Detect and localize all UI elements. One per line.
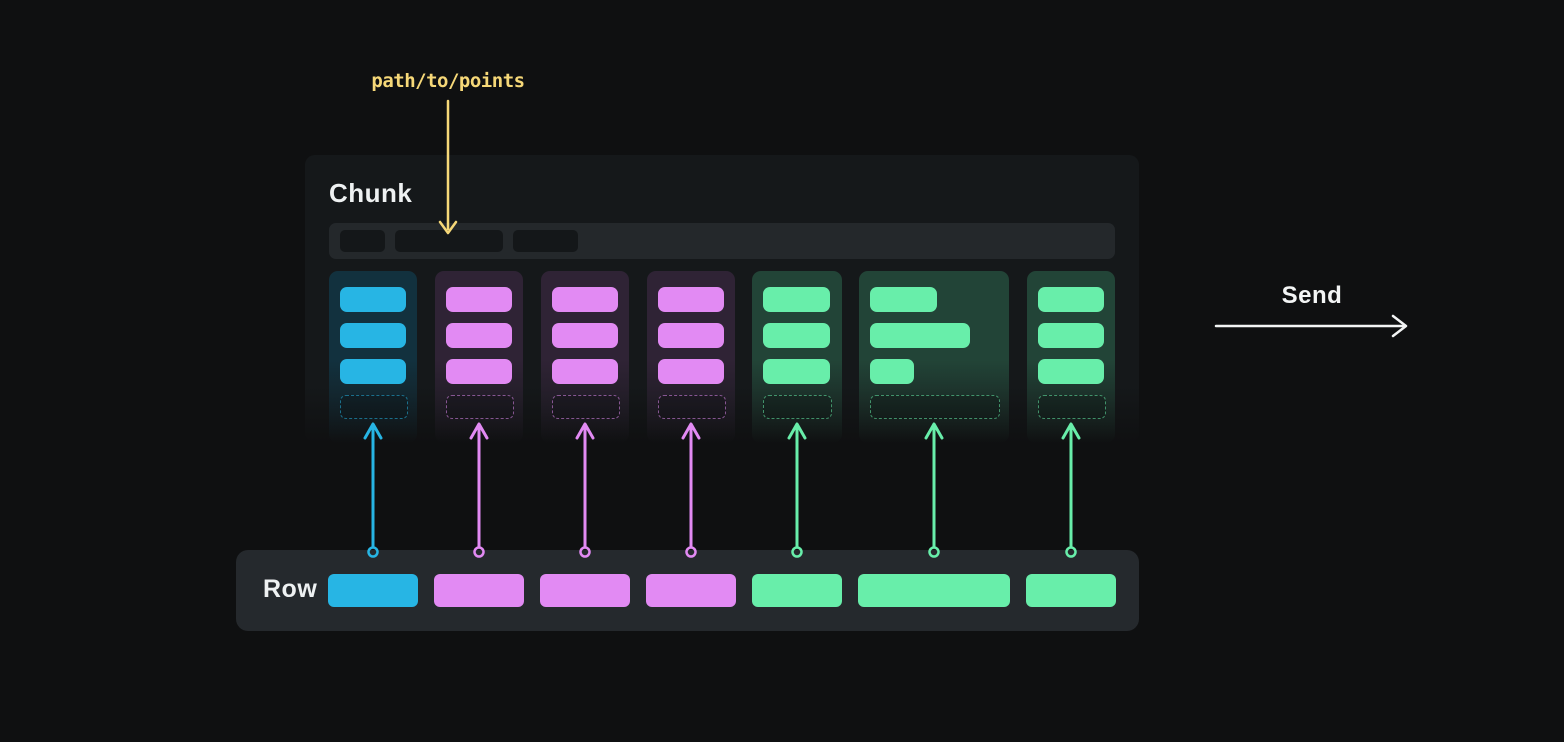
row-cell — [752, 574, 842, 607]
placeholder-slot — [340, 395, 408, 419]
field-block — [340, 323, 406, 348]
field-block — [763, 359, 830, 384]
field-block — [340, 287, 406, 312]
send-arrow — [1216, 316, 1406, 336]
row-cell — [434, 574, 524, 607]
field-block — [658, 323, 724, 348]
send-label: Send — [1216, 282, 1408, 310]
row-cell — [646, 574, 736, 607]
diagram-canvas: path/to/points Chunk Row Send — [0, 0, 1564, 742]
chunk-column-green — [752, 271, 842, 443]
field-block — [658, 359, 724, 384]
chunk-column-violet — [541, 271, 629, 443]
toolbar-pill — [395, 230, 503, 252]
chunk-title: Chunk — [329, 178, 412, 209]
field-block — [870, 323, 970, 348]
chunk-toolbar — [329, 223, 1115, 259]
field-block — [340, 359, 406, 384]
field-block — [763, 323, 830, 348]
chunk-column-violet — [435, 271, 523, 443]
field-block — [446, 287, 512, 312]
field-block — [870, 287, 937, 312]
flow-arrow — [789, 424, 805, 557]
field-block — [1038, 287, 1104, 312]
field-block — [446, 359, 512, 384]
row-label: Row — [263, 575, 317, 604]
row-cell — [1026, 574, 1116, 607]
placeholder-slot — [552, 395, 620, 419]
field-block — [552, 287, 618, 312]
row-bar: Row — [236, 550, 1139, 631]
toolbar-pill — [513, 230, 578, 252]
placeholder-slot — [658, 395, 726, 419]
chunk-column-green — [1027, 271, 1115, 443]
field-block — [658, 287, 724, 312]
field-block — [552, 359, 618, 384]
row-cell — [540, 574, 630, 607]
field-block — [870, 359, 914, 384]
flow-arrow — [683, 424, 699, 557]
flow-arrow — [1063, 424, 1079, 557]
path-annotation-label: path/to/points — [348, 70, 548, 92]
placeholder-slot — [870, 395, 1000, 419]
flow-arrow — [577, 424, 593, 557]
row-cell — [328, 574, 418, 607]
chunk-column-green — [859, 271, 1009, 443]
flow-arrow — [926, 424, 942, 557]
flow-arrow — [471, 424, 487, 557]
field-block — [1038, 359, 1104, 384]
field-block — [446, 323, 512, 348]
placeholder-slot — [763, 395, 832, 419]
chunk-column-violet — [647, 271, 735, 443]
placeholder-slot — [1038, 395, 1106, 419]
toolbar-pill — [340, 230, 385, 252]
field-block — [763, 287, 830, 312]
flow-arrow — [365, 424, 381, 557]
field-block — [552, 323, 618, 348]
placeholder-slot — [446, 395, 514, 419]
field-block — [1038, 323, 1104, 348]
row-cell — [858, 574, 1010, 607]
chunk-column-cyan — [329, 271, 417, 443]
